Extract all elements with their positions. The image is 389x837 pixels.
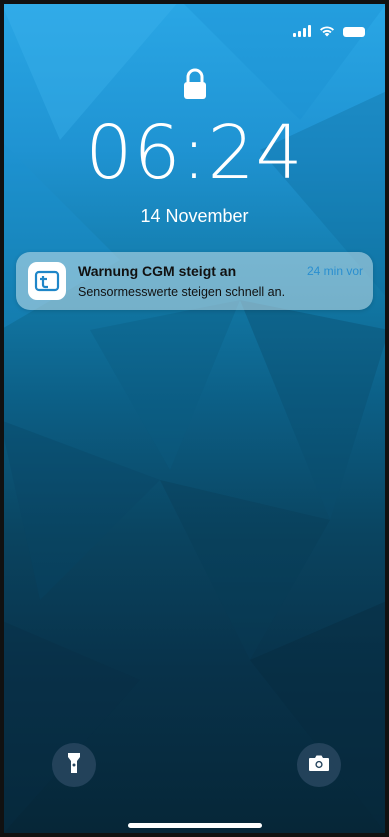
- home-indicator[interactable]: [128, 823, 262, 828]
- clock-time: 06:24: [85, 110, 304, 196]
- flashlight-button[interactable]: [52, 743, 96, 787]
- cgm-app-icon: [28, 262, 66, 300]
- camera-icon: [308, 754, 330, 777]
- status-bar: [293, 25, 365, 37]
- notification-card[interactable]: Warnung CGM steigt an 24 min vor Sensorm…: [16, 252, 373, 310]
- notification-title: Warnung CGM steigt an: [78, 263, 237, 279]
- lock-screen: 06:24 14 November Warnung CGM steigt an …: [0, 0, 389, 837]
- cellular-signal-icon: [293, 25, 311, 37]
- lock-icon: [182, 68, 208, 105]
- clock-date: 14 November: [140, 206, 249, 226]
- wifi-icon: [319, 25, 335, 37]
- notification-body: Sensormesswerte steigen schnell an.: [78, 285, 286, 299]
- camera-button[interactable]: [297, 743, 341, 787]
- battery-icon: [343, 27, 365, 37]
- flashlight-icon: [67, 752, 81, 779]
- notification-time: 24 min vor: [306, 264, 363, 278]
